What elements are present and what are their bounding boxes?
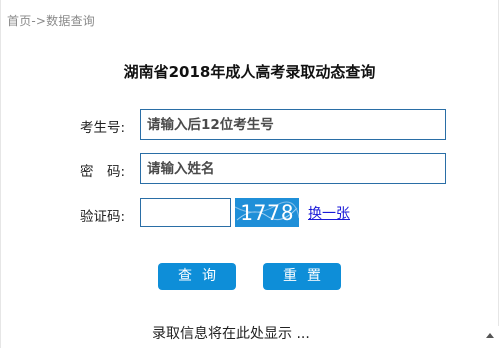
- captcha-text: 1778: [240, 201, 295, 225]
- breadcrumb[interactable]: 首页->数据查询: [7, 12, 95, 29]
- password-input[interactable]: [140, 153, 446, 184]
- captcha-label: 验证码:: [80, 209, 126, 225]
- refresh-captcha-link[interactable]: 换一张: [308, 203, 350, 223]
- page-title: 湖南省2018年成人高考录取动态查询: [123, 63, 376, 81]
- exam-number-input[interactable]: [140, 109, 446, 140]
- chevron-up-icon[interactable]: [486, 333, 494, 338]
- captcha-noise: 1778: [235, 201, 299, 225]
- captcha-image[interactable]: 1778: [235, 198, 299, 227]
- query-button[interactable]: 查询: [158, 263, 236, 290]
- scrollbar[interactable]: [481, 326, 499, 348]
- result-placeholder: 录取信息将在此处显示 ...: [152, 326, 310, 342]
- reset-button[interactable]: 重置: [263, 263, 341, 290]
- password-label: 密 码:: [80, 164, 126, 180]
- captcha-input[interactable]: [140, 198, 231, 227]
- exam-number-label: 考生号:: [80, 120, 126, 136]
